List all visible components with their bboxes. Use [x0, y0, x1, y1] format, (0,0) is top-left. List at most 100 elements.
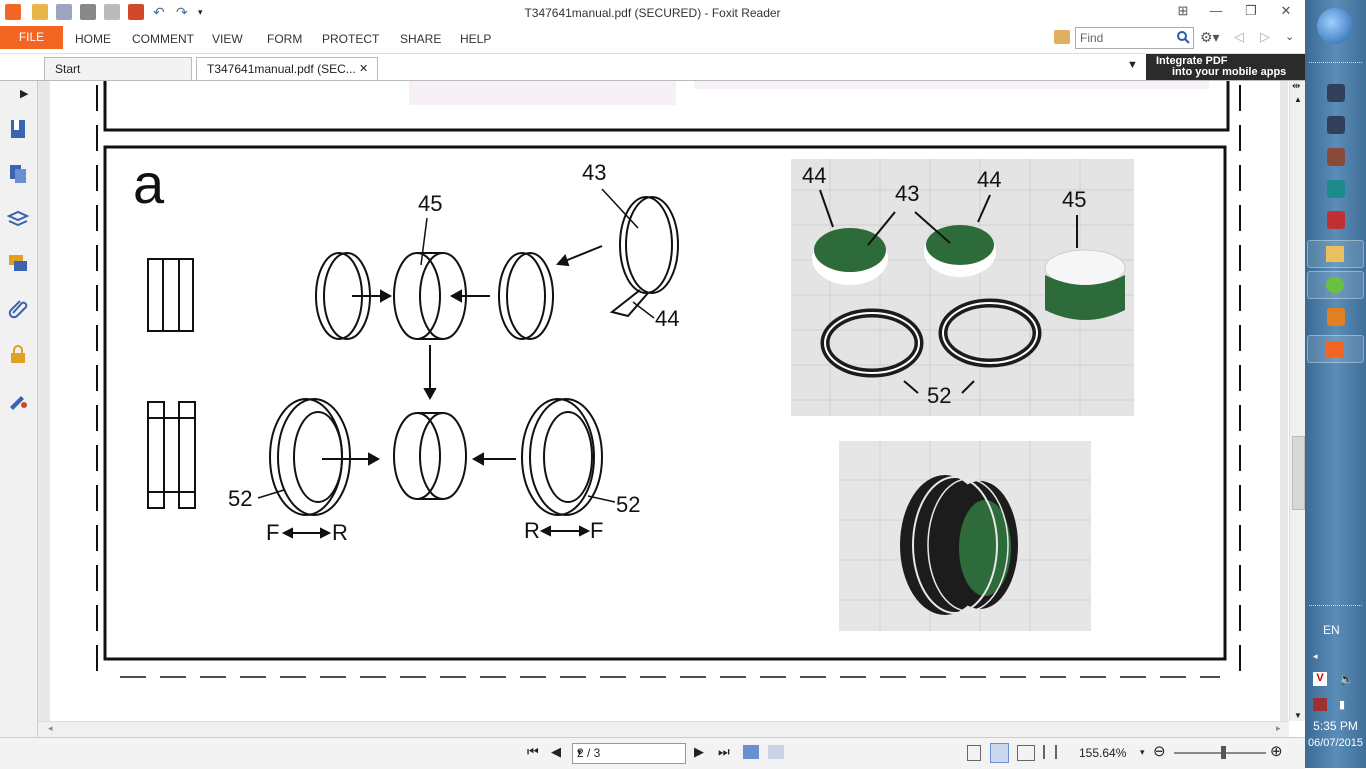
- tab-document-label: T347641manual.pdf (SEC...: [207, 62, 356, 76]
- tab-comment[interactable]: COMMENT: [132, 32, 194, 46]
- close-button[interactable]: ✕: [1275, 3, 1297, 19]
- restore-layout-icon[interactable]: ⊞: [1172, 3, 1194, 19]
- status-bar: ⏮ ◀ 2 / 3 ▾ ▶ ⏭ 155.64% ▾ ⊖ ⊕: [0, 737, 1305, 769]
- zoom-level[interactable]: 155.64%: [1079, 746, 1126, 760]
- first-page-icon[interactable]: ⏮: [527, 744, 539, 760]
- single-page-view-icon[interactable]: [967, 745, 981, 761]
- antivirus-icon[interactable]: V: [1313, 672, 1327, 686]
- folder-icon: [1326, 246, 1344, 262]
- taskbar-app-button[interactable]: [1307, 271, 1364, 299]
- scroll-down-icon[interactable]: ▼: [1294, 711, 1302, 720]
- page-number-input[interactable]: 2 / 3 ▾: [572, 743, 686, 764]
- continuous-view-icon[interactable]: [990, 743, 1009, 763]
- next-page-icon[interactable]: ▶: [694, 744, 704, 760]
- find-placeholder: Find: [1080, 31, 1104, 45]
- comments-icon[interactable]: [7, 252, 29, 274]
- label-45: 45: [418, 191, 442, 216]
- facing-view-icon[interactable]: [1017, 745, 1035, 761]
- file-menu-button[interactable]: FILE: [0, 26, 63, 49]
- app-icon-3[interactable]: [1327, 148, 1345, 166]
- zoom-in-icon[interactable]: ⊕: [1270, 742, 1283, 760]
- scroll-left-icon[interactable]: ◂: [48, 723, 53, 734]
- tab-share[interactable]: SHARE: [400, 32, 441, 46]
- clock-time[interactable]: 5:35 PM: [1305, 719, 1366, 733]
- zoom-out-icon[interactable]: ⊖: [1153, 742, 1166, 760]
- tab-document[interactable]: T347641manual.pdf (SEC... ✕: [196, 57, 378, 80]
- last-page-icon[interactable]: ⏭: [718, 744, 730, 760]
- scroll-right-icon[interactable]: ▸: [1276, 723, 1281, 734]
- next-view-icon[interactable]: [768, 745, 784, 759]
- banner-line2: into your mobile apps: [1172, 66, 1287, 78]
- foxit-pdf-icon: [1326, 341, 1344, 357]
- pdf-page: a 45 43 44 52 52 F R R F 44 43 44 45 52: [50, 81, 1280, 721]
- side-view-top: [147, 258, 194, 332]
- previous-view-icon[interactable]: [743, 745, 759, 759]
- next-result-icon[interactable]: ▷: [1260, 29, 1270, 45]
- tab-home[interactable]: HOME: [75, 32, 111, 46]
- photo-label-43: 43: [895, 181, 919, 206]
- minimize-button[interactable]: —: [1205, 3, 1227, 19]
- taskbar-explorer-button[interactable]: [1307, 240, 1364, 268]
- prev-result-icon[interactable]: ◁: [1234, 29, 1244, 45]
- label-52-right: 52: [616, 492, 640, 517]
- tab-help[interactable]: HELP: [460, 32, 491, 46]
- continuous-facing-view-icon[interactable]: [1043, 745, 1057, 759]
- start-button[interactable]: [1317, 8, 1353, 44]
- volume-icon[interactable]: 🔈: [1339, 672, 1354, 686]
- security-lock-icon[interactable]: [7, 343, 29, 365]
- usb-device-icon[interactable]: [1313, 698, 1327, 711]
- show-hidden-icons[interactable]: ◂: [1313, 651, 1318, 662]
- vertical-scroll-thumb[interactable]: [1292, 436, 1305, 510]
- scroll-up-icon[interactable]: ▲: [1294, 95, 1302, 104]
- page-dropdown-icon[interactable]: ▾: [577, 747, 682, 758]
- tab-protect[interactable]: PROTECT: [322, 32, 379, 46]
- signature-icon[interactable]: [7, 389, 29, 411]
- photo-parts: 44 43 44 45 52: [791, 159, 1134, 416]
- layers-icon[interactable]: [7, 208, 29, 230]
- horizontal-scrollbar[interactable]: ◂ ▸: [38, 721, 1289, 737]
- label-f-left: F: [266, 520, 279, 545]
- maximize-button[interactable]: ❐: [1240, 3, 1262, 19]
- vertical-scrollbar[interactable]: ⇹ ▲ ▼: [1289, 81, 1306, 721]
- navigation-panel: ▶: [0, 81, 38, 740]
- zoom-slider[interactable]: [1174, 752, 1266, 754]
- expand-panel-icon[interactable]: ▶: [20, 87, 28, 100]
- photo-assembled: [839, 441, 1091, 631]
- tab-view[interactable]: VIEW: [212, 32, 243, 46]
- tab-start-label: Start: [55, 62, 81, 76]
- network-signal-icon[interactable]: ▮: [1339, 698, 1345, 711]
- collapse-ribbon-icon[interactable]: ⌄: [1285, 30, 1294, 43]
- app-swirl-icon: [1326, 277, 1344, 293]
- zoom-slider-thumb[interactable]: [1221, 746, 1226, 759]
- clock-date[interactable]: 06/07/2015: [1305, 737, 1366, 749]
- attachments-icon[interactable]: [7, 297, 29, 319]
- bookmark-icon[interactable]: [7, 118, 29, 140]
- tab-start[interactable]: Start: [44, 57, 192, 80]
- photo-label-52: 52: [927, 383, 951, 408]
- side-view-bottom: [147, 401, 196, 509]
- find-folder-icon[interactable]: [1054, 30, 1070, 44]
- taskbar-foxit-button[interactable]: [1307, 335, 1364, 363]
- ribbon-menu: FILE HOME COMMENT VIEW FORM PROTECT SHAR…: [0, 26, 1305, 54]
- tab-list-dropdown-icon[interactable]: ▼: [1127, 59, 1138, 71]
- app-icon-5[interactable]: [1327, 211, 1345, 229]
- pages-thumbnails-icon[interactable]: [7, 162, 29, 184]
- app-icon-4[interactable]: [1327, 180, 1345, 198]
- previous-page-icon[interactable]: ◀: [551, 744, 561, 760]
- world-of-warships-icon[interactable]: [1327, 116, 1345, 134]
- promo-banner[interactable]: Integrate PDF into your mobile apps: [1146, 54, 1305, 80]
- split-view-icon[interactable]: ⇹: [1292, 81, 1300, 92]
- tab-form[interactable]: FORM: [267, 32, 302, 46]
- media-player-icon[interactable]: [1327, 308, 1345, 326]
- coil-43: [609, 196, 679, 318]
- language-indicator[interactable]: EN: [1323, 623, 1340, 637]
- search-icon[interactable]: [1177, 31, 1190, 44]
- find-input[interactable]: Find: [1075, 27, 1194, 49]
- settings-gear-icon[interactable]: ⚙▾: [1200, 29, 1220, 46]
- close-tab-icon[interactable]: ✕: [359, 58, 368, 81]
- faint-image-top: [409, 81, 676, 105]
- label-f-right: F: [590, 518, 603, 543]
- zoom-dropdown-icon[interactable]: ▾: [1140, 747, 1145, 758]
- windows-taskbar: EN ◂ V 🔈 ▮ 5:35 PM 06/07/2015: [1305, 0, 1366, 768]
- world-of-tanks-icon[interactable]: [1327, 84, 1345, 102]
